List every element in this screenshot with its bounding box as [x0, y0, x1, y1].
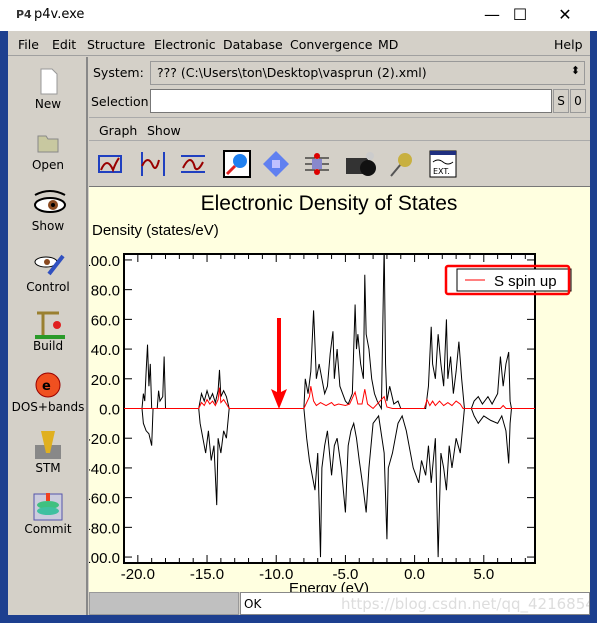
eye-icon — [33, 189, 66, 219]
y-tick-label: 60.0 — [91, 312, 120, 329]
status-message: OK — [244, 597, 262, 611]
sidebar-commit[interactable]: Commit — [8, 492, 88, 536]
y-tick-label: 40.0 — [91, 342, 120, 359]
menu-electronic[interactable]: Electronic — [154, 37, 216, 52]
system-value: ??? (C:\Users\ton\Desktop\vasprun (2).xm… — [157, 65, 427, 80]
menu-bar: File Edit Structure Electronic Database … — [8, 32, 590, 56]
sidebar-label: Commit — [24, 522, 72, 536]
ext-label: EXT. — [433, 167, 450, 176]
svg-text:e: e — [42, 379, 51, 394]
x-axis-label: Energy (eV) — [289, 580, 369, 592]
y-tick-label: 20.0 — [91, 372, 120, 389]
legend-label: S spin up — [494, 273, 557, 290]
sidebar-stm[interactable]: STM — [8, 431, 88, 475]
y-tick-label: 0.0 — [99, 402, 120, 419]
zero-button[interactable]: 0 — [570, 89, 586, 113]
menu-md[interactable]: MD — [378, 37, 398, 52]
sidebar-open[interactable]: Open — [8, 128, 88, 172]
sidebar-control[interactable]: Control — [8, 250, 88, 294]
sidebar: New Open Show Control Build e DOS+bands S… — [8, 57, 88, 615]
database-commit-icon — [33, 492, 63, 522]
menu-structure[interactable]: Structure — [87, 37, 145, 52]
pin-icon[interactable] — [387, 150, 415, 178]
x-tick-label: -20.0 — [121, 566, 155, 583]
sidebar-label: Control — [26, 280, 70, 294]
sidebar-show[interactable]: Show — [8, 189, 88, 233]
sidebar-label: Show — [31, 219, 65, 233]
sidebar-label: Build — [32, 339, 64, 353]
selection-input[interactable] — [150, 89, 552, 113]
system-label: System: — [93, 65, 144, 80]
status-left-panel — [89, 592, 239, 615]
menu-file[interactable]: File — [18, 37, 39, 52]
y-tick-label: 80.0 — [91, 283, 120, 300]
sidebar-build[interactable]: Build — [8, 309, 88, 353]
graph-range-x-icon[interactable] — [139, 150, 167, 178]
s-button[interactable]: S — [553, 89, 569, 113]
title-bar: P4 p4v.exe — ☐ ✕ — [0, 0, 597, 31]
pan-icon[interactable] — [262, 150, 290, 178]
sidebar-label: Open — [31, 158, 65, 172]
y-tick-label: -80.0 — [89, 520, 120, 537]
y-tick-label: 100.0 — [89, 253, 120, 270]
dos-chart[interactable]: Electronic Density of States Density (sta… — [89, 187, 590, 592]
new-file-icon — [33, 67, 63, 97]
sidebar-label: STM — [35, 461, 61, 475]
chart-title: Electronic Density of States — [201, 192, 458, 215]
graph-range-y-icon[interactable] — [179, 150, 207, 178]
spinner-icon[interactable]: ⬍ — [571, 64, 580, 77]
graph-toolbar: EXT. — [89, 142, 590, 186]
menu-database[interactable]: Database — [223, 37, 283, 52]
x-tick-label: 5.0 — [473, 566, 494, 583]
menu-edit[interactable]: Edit — [52, 37, 76, 52]
y-tick-label: -40.0 — [89, 461, 120, 478]
sidebar-label: New — [34, 97, 62, 111]
sidebar-dos-bands[interactable]: e DOS+bands — [8, 370, 88, 414]
menu-show[interactable]: Show — [147, 123, 181, 138]
status-message-panel: OK https://blog.csdn.net/qq_42168543 — [240, 592, 590, 615]
watermark: https://blog.csdn.net/qq_42168543 — [341, 595, 590, 613]
sidebar-label: DOS+bands — [11, 400, 85, 414]
y-tick-label: -60.0 — [89, 491, 120, 508]
folder-icon — [33, 128, 63, 158]
system-select[interactable]: ??? (C:\Users\ton\Desktop\vasprun (2).xm… — [150, 61, 585, 85]
eye-wrench-icon — [33, 250, 65, 280]
menu-graph[interactable]: Graph — [99, 123, 137, 138]
menu-help[interactable]: Help — [554, 37, 583, 52]
x-tick-label: 0.0 — [404, 566, 425, 583]
maximize-button[interactable]: ☐ — [500, 4, 540, 26]
plot-area: Electronic Density of States Density (sta… — [89, 186, 590, 592]
ext-window-icon[interactable]: EXT. — [429, 150, 457, 178]
crane-icon — [33, 309, 65, 339]
menu-convergence[interactable]: Convergence — [290, 37, 372, 52]
y-tick-label: -100.0 — [89, 550, 120, 567]
window-title: p4v.exe — [34, 7, 85, 22]
graph-frame-icon[interactable] — [97, 150, 125, 178]
stm-tip-icon — [33, 431, 63, 461]
graph-menu-bar: Graph Show — [89, 117, 590, 141]
electron-icon: e — [33, 370, 63, 400]
sidebar-new[interactable]: New — [8, 67, 88, 111]
y-axis-label: Density (states/eV) — [92, 222, 219, 239]
camera-icon[interactable] — [344, 150, 378, 178]
y-tick-label: -20.0 — [89, 431, 120, 448]
series-icon[interactable] — [303, 150, 331, 178]
selection-label: Selection: — [91, 94, 153, 109]
x-tick-label: -15.0 — [190, 566, 224, 583]
status-bar: OK https://blog.csdn.net/qq_42168543 — [89, 592, 590, 615]
app-logo: P4 — [16, 8, 32, 21]
close-button[interactable]: ✕ — [545, 4, 585, 26]
zoom-icon[interactable] — [223, 150, 251, 178]
